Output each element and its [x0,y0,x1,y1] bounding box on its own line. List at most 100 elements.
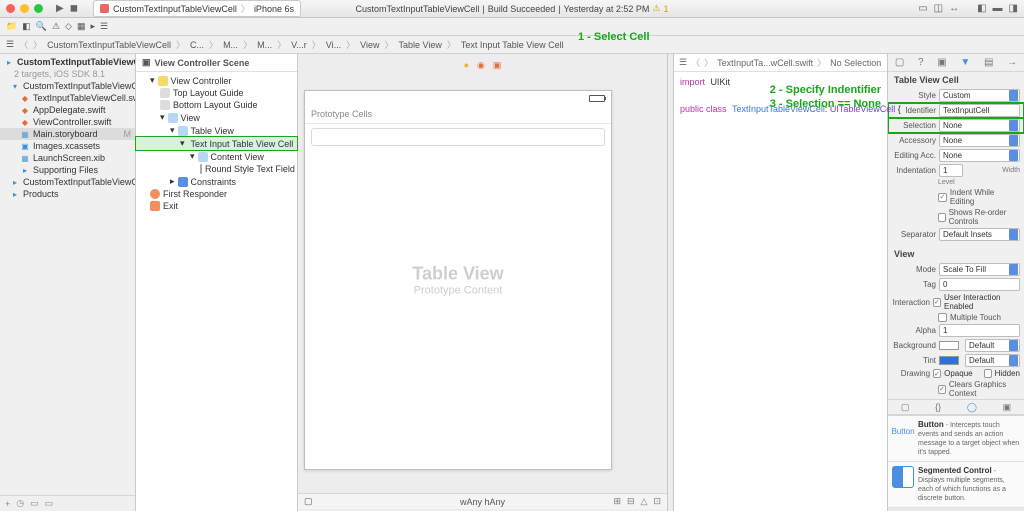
align-button[interactable]: ⊞ [613,496,621,507]
outline-view[interactable]: ▾View [136,111,297,124]
crumb-1[interactable]: C... [190,40,204,50]
outline-textfield[interactable]: Round Style Text Field [136,163,297,175]
disclosure-icon[interactable]: ▾ [170,125,175,136]
alpha-input[interactable]: 1 [939,324,1020,337]
interface-builder-canvas[interactable]: 1 - Select Cell ● ◉ ▣ Prototype Cells Ta… [298,54,668,511]
back-icon[interactable]: 〈 [19,38,28,51]
related-icon[interactable]: ☰ [679,57,687,68]
crumb-6[interactable]: View [360,40,379,50]
warning-icon[interactable]: ⚠ [652,3,660,14]
prototype-cell-field[interactable] [311,128,605,146]
filter-recent-icon[interactable]: ◷ [16,498,24,509]
tag-input[interactable]: 0 [939,278,1020,291]
crumb-7[interactable]: Table View [399,40,442,50]
object-lib-tab[interactable]: ◯ [967,402,977,413]
minimize-window-button[interactable] [20,4,29,13]
crumb-3[interactable]: M... [257,40,272,50]
filter-field[interactable]: ▭ [45,498,54,509]
accessory-select[interactable]: None [939,134,1020,147]
source-code[interactable]: import UIKit public class TextInputTable… [674,72,887,121]
navigator-tree[interactable]: ▸CustomTextInputTableViewCellM 2 targets… [0,54,135,495]
identity-inspector-tab[interactable]: ▣ [937,57,946,68]
pin-button[interactable]: ⊟ [627,496,635,507]
check-clears[interactable]: ✓Clears Graphics Context [888,379,1024,399]
back-icon[interactable]: 〈 [691,56,700,69]
fr-dock-icon[interactable]: ◉ [477,60,485,71]
stop-button[interactable]: ◼ [70,3,78,14]
outline-bottom-guide[interactable]: Bottom Layout Guide [136,99,297,111]
checkbox-icon[interactable]: ✓ [938,193,947,202]
exit-dock-icon[interactable]: ▣ [493,60,502,71]
close-window-button[interactable] [6,4,15,13]
outline-exit[interactable]: Exit [136,200,297,212]
disclosure-icon[interactable]: ▸ [170,176,175,187]
background-select[interactable]: Default [965,339,1020,352]
forward-icon[interactable]: 〉 [704,56,713,69]
crumb-0[interactable]: CustomTextInputTableViewCell [47,40,171,50]
selection-select[interactable]: None [939,119,1020,132]
project-navigator-tab[interactable]: 📁 [6,21,17,32]
identifier-input[interactable]: TextInputCell [939,104,1020,117]
toggle-navigator-button[interactable]: ◧ [977,3,986,14]
style-select[interactable]: Custom [939,89,1020,102]
outline-constraints[interactable]: ▸Constraints [136,175,297,188]
tint-select[interactable]: Default [965,354,1020,367]
editor-file-crumb[interactable]: TextInputTa...wCell.swift [717,58,813,68]
forward-icon[interactable]: 〉 [33,38,42,51]
scheme-selector[interactable]: CustomTextInputTableViewCell 〉 iPhone 6s [93,0,301,17]
disclosure-icon[interactable]: ▾ [180,138,185,149]
symbol-navigator-tab[interactable]: ◧ [22,21,31,32]
filter-scm-icon[interactable]: ▭ [30,498,39,509]
jump-bar[interactable]: ☰ 〈 〉 CustomTextInputTableViewCell〉 C...… [0,36,1024,54]
crumb-4[interactable]: V...r [291,40,307,50]
code-snippet-lib-tab[interactable]: {} [935,402,941,412]
group-main[interactable]: ▾CustomTextInputTableViewCell [0,80,135,92]
color-swatch[interactable] [939,341,959,350]
group-supporting[interactable]: ▸Supporting Files [0,164,135,176]
file-viewcontroller[interactable]: ◆ViewController.swift [0,116,135,128]
file-storyboard[interactable]: ▦Main.storyboardM [0,128,135,140]
outline-first-responder[interactable]: First Responder [136,188,297,200]
add-button[interactable]: + [5,499,10,509]
project-row[interactable]: ▸CustomTextInputTableViewCellM [0,56,135,68]
test-navigator-tab[interactable]: ◇ [65,21,72,32]
color-swatch[interactable] [939,356,959,365]
find-navigator-tab[interactable]: 🔍 [36,21,47,32]
attributes-inspector-tab[interactable]: ▼ [960,57,970,68]
file-template-lib-tab[interactable]: ▢ [901,402,910,413]
size-class-label[interactable]: wAny hAny [460,497,505,507]
editor-standard-button[interactable]: ▭ [918,3,927,14]
file-appdelegate[interactable]: ◆AppDelegate.swift [0,104,135,116]
group-tests[interactable]: ▸CustomTextInputTableViewCellTests [0,176,135,188]
outline-cell-selected[interactable]: ▾Text Input Table View Cell [136,137,297,150]
help-inspector-tab[interactable]: ? [918,57,924,68]
outline-tableview[interactable]: ▾Table View [136,124,297,137]
related-items-icon[interactable]: ☰ [6,39,14,50]
disclosure-icon[interactable]: ▾ [190,151,195,162]
file-cell-swift[interactable]: ◆TextInputTableViewCell.swiftA [0,92,135,104]
group-products[interactable]: ▸Products [0,188,135,200]
checkbox-icon[interactable] [938,313,947,322]
editor-version-button[interactable]: ↔ [949,3,959,14]
file-images[interactable]: ▣Images.xcassets [0,140,135,152]
disclosure-icon[interactable]: ▾ [150,75,155,86]
separator-select[interactable]: Default Insets [939,228,1020,241]
toggle-utilities-button[interactable]: ◨ [1009,3,1018,14]
crumb-2[interactable]: M... [223,40,238,50]
check-indent-while[interactable]: ✓Indent While Editing [888,187,1024,207]
disclosure-icon[interactable]: ▾ [160,112,165,123]
checkbox-icon[interactable]: ✓ [933,369,941,378]
checkbox-icon[interactable]: ✓ [938,385,946,394]
mode-select[interactable]: Scale To Fill [939,263,1020,276]
file-inspector-tab[interactable]: ▢ [895,57,904,68]
checkbox-icon[interactable] [984,369,992,378]
editor-assistant-button[interactable]: ◫ [934,3,943,14]
issue-navigator-tab[interactable]: ⚠ [52,21,60,32]
breakpoint-navigator-tab[interactable]: ▸ [90,21,95,32]
vc-dock-icon[interactable]: ● [464,60,469,71]
resolve-button[interactable]: △ [641,496,648,507]
checkbox-icon[interactable] [938,213,946,222]
simulated-device[interactable]: Prototype Cells Table View Prototype Con… [304,90,612,470]
lib-segmented[interactable]: Segmented Control - Displays multiple se… [888,462,1024,508]
check-reorder[interactable]: Shows Re-order Controls [888,207,1024,227]
